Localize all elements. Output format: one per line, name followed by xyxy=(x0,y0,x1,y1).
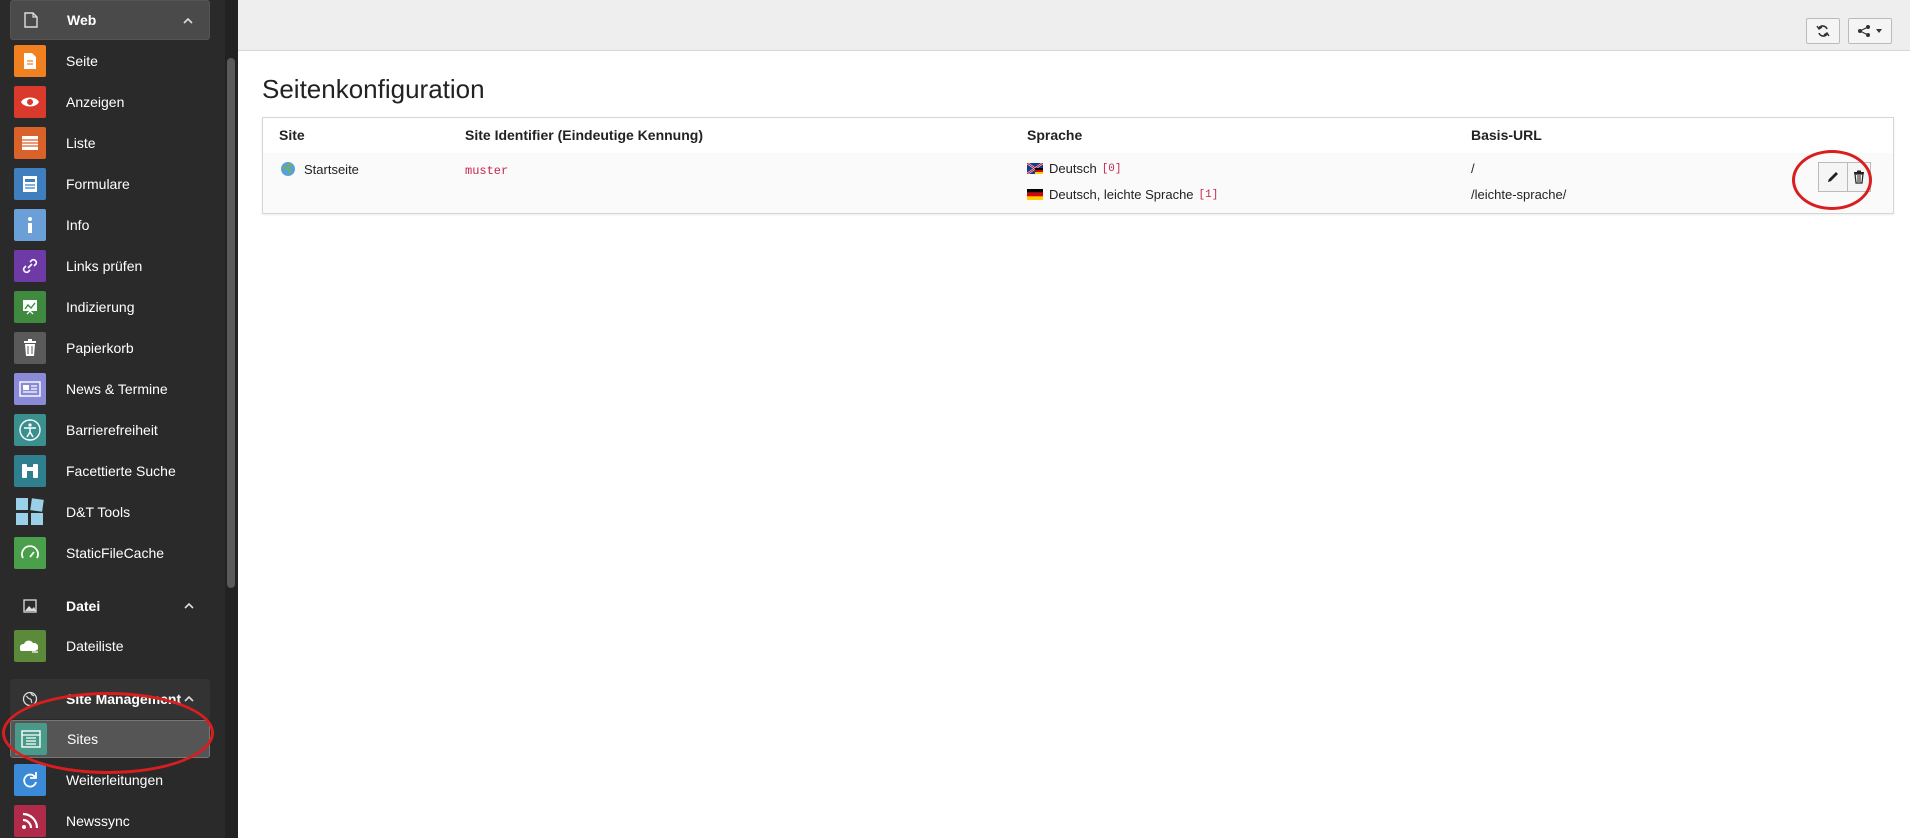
language-item: Deutsch, leichte Sprache [1] xyxy=(1027,187,1218,202)
accessibility-icon xyxy=(14,414,46,446)
column-header-language: Sprache xyxy=(1027,127,1083,143)
sidebar-item-label: Sites xyxy=(67,731,99,747)
sites-icon xyxy=(15,723,47,755)
sidebar-item-label: Anzeigen xyxy=(66,94,125,110)
tools-icon xyxy=(14,496,46,528)
group-datei[interactable]: Datei xyxy=(10,586,210,626)
column-header-site: Site xyxy=(279,127,305,143)
sidebar-item-indizierung[interactable]: Indizierung xyxy=(10,288,210,326)
sidebar-item-label: Formulare xyxy=(66,176,130,192)
list-icon xyxy=(14,127,46,159)
globe-icon xyxy=(281,162,295,176)
caret-down-icon xyxy=(1876,29,1882,33)
group-site-management[interactable]: Site Management xyxy=(10,679,210,719)
globe-icon xyxy=(21,690,39,708)
sidebar-item-seite[interactable]: Seite xyxy=(10,42,210,80)
sidebar-item-barrierefreiheit[interactable]: Barrierefreiheit xyxy=(10,411,210,449)
site-name: Startseite xyxy=(304,161,359,177)
language-name: Deutsch, leichte Sprache xyxy=(1049,187,1194,202)
sidebar-scrollbar[interactable] xyxy=(227,58,235,588)
identifier-cell: muster xyxy=(465,164,508,178)
module-docheader xyxy=(238,0,1910,51)
group-web[interactable]: Web xyxy=(10,0,210,40)
chevron-up-icon xyxy=(183,17,193,24)
sidebar-item-news-termine[interactable]: News & Termine xyxy=(10,370,210,408)
redirect-icon xyxy=(14,764,46,796)
group-label: Datei xyxy=(66,598,101,614)
sidebar-item-label: Links prüfen xyxy=(66,258,143,274)
sidebar-item-weiterleitungen[interactable]: Weiterleitungen xyxy=(10,761,210,799)
form-icon xyxy=(14,168,46,200)
page-title: Seitenkonfiguration xyxy=(262,74,485,104)
sidebar-item-newssync[interactable]: Newssync xyxy=(10,802,210,838)
sidebar-item-label: D&T Tools xyxy=(66,504,131,520)
language-index: [0] xyxy=(1101,162,1122,175)
refresh-icon xyxy=(1816,25,1830,37)
column-header-identifier: Site Identifier (Eindeutige Kennung) xyxy=(465,127,703,143)
page-icon xyxy=(14,45,46,77)
site-identifier: muster xyxy=(465,164,509,178)
sidebar-item-sites[interactable]: Sites xyxy=(10,720,210,758)
table-row: Startseite muster Deutsch [0] Deutsch, l… xyxy=(263,153,1893,213)
sidebar-item-label: Papierkorb xyxy=(66,340,134,356)
group-label: Site Management xyxy=(66,691,182,707)
sidebar-item-label: Weiterleitungen xyxy=(66,772,164,788)
chevron-up-icon xyxy=(184,602,194,609)
sidebar-item-label: News & Termine xyxy=(66,381,168,397)
sidebar-item-label: Liste xyxy=(66,135,96,151)
gauge-icon xyxy=(14,537,46,569)
base-url: /leichte-sprache/ xyxy=(1471,187,1567,202)
reload-button[interactable] xyxy=(1806,18,1840,44)
group-label: Web xyxy=(67,12,97,28)
delete-button[interactable] xyxy=(1847,162,1871,192)
sidebar-item-papierkorb[interactable]: Papierkorb xyxy=(10,329,210,367)
document-icon xyxy=(22,11,40,29)
trash-icon xyxy=(14,332,46,364)
chevron-up-icon xyxy=(184,695,194,702)
sidebar-item-links-pr-fen[interactable]: Links prüfen xyxy=(10,247,210,285)
language-index: [1] xyxy=(1198,188,1219,201)
rss-icon xyxy=(14,805,46,837)
sidebar-item-label: Indizierung xyxy=(66,299,135,315)
news-icon xyxy=(14,373,46,405)
sidebar-item-label: Seite xyxy=(66,53,98,69)
sidebar-item-info[interactable]: Info xyxy=(10,206,210,244)
share-button[interactable] xyxy=(1848,18,1892,44)
sidebar-item-staticfilecache[interactable]: StaticFileCache xyxy=(10,534,210,572)
sidebar-item-facettierte-suche[interactable]: Facettierte Suche xyxy=(10,452,210,490)
pencil-icon xyxy=(1828,172,1838,182)
info-icon xyxy=(14,209,46,241)
sidebar-item-label: StaticFileCache xyxy=(66,545,165,561)
edit-button[interactable] xyxy=(1818,162,1848,192)
binoculars-icon xyxy=(14,455,46,487)
sidebar-item-formulare[interactable]: Formulare xyxy=(10,165,210,203)
link-icon xyxy=(14,250,46,282)
sidebar-item-label: Dateiliste xyxy=(66,638,124,654)
sites-table: Site Site Identifier (Eindeutige Kennung… xyxy=(262,117,1894,214)
sidebar-item-label: Info xyxy=(66,217,90,233)
language-item: Deutsch [0] xyxy=(1027,161,1122,176)
sidebar-item-label: Barrierefreiheit xyxy=(66,422,158,438)
language-name: Deutsch xyxy=(1049,161,1097,176)
chart-icon xyxy=(14,291,46,323)
filelist-icon xyxy=(14,630,46,662)
share-icon xyxy=(1858,25,1870,37)
eye-icon xyxy=(14,86,46,118)
module-sidebar: Web Datei Site Management Seite Anzeigen L… xyxy=(0,0,238,838)
sidebar-item-label: Newssync xyxy=(66,813,130,829)
site-cell[interactable]: Startseite xyxy=(280,161,359,177)
sidebar-item-liste[interactable]: Liste xyxy=(10,124,210,162)
sidebar-item-label: Facettierte Suche xyxy=(66,463,176,479)
sidebar-item-dateiliste[interactable]: Dateiliste xyxy=(10,627,210,665)
image-icon xyxy=(21,597,39,615)
flag-multilingual-icon xyxy=(1027,163,1043,174)
table-header: Site Site Identifier (Eindeutige Kennung… xyxy=(263,118,1893,154)
trash-icon xyxy=(1854,170,1864,184)
base-url: / xyxy=(1471,161,1475,176)
column-header-base-url: Basis-URL xyxy=(1471,127,1542,143)
flag-germany-icon xyxy=(1027,189,1043,200)
sidebar-item-d-t-tools[interactable]: D&T Tools xyxy=(10,493,210,531)
sidebar-item-anzeigen[interactable]: Anzeigen xyxy=(10,83,210,121)
